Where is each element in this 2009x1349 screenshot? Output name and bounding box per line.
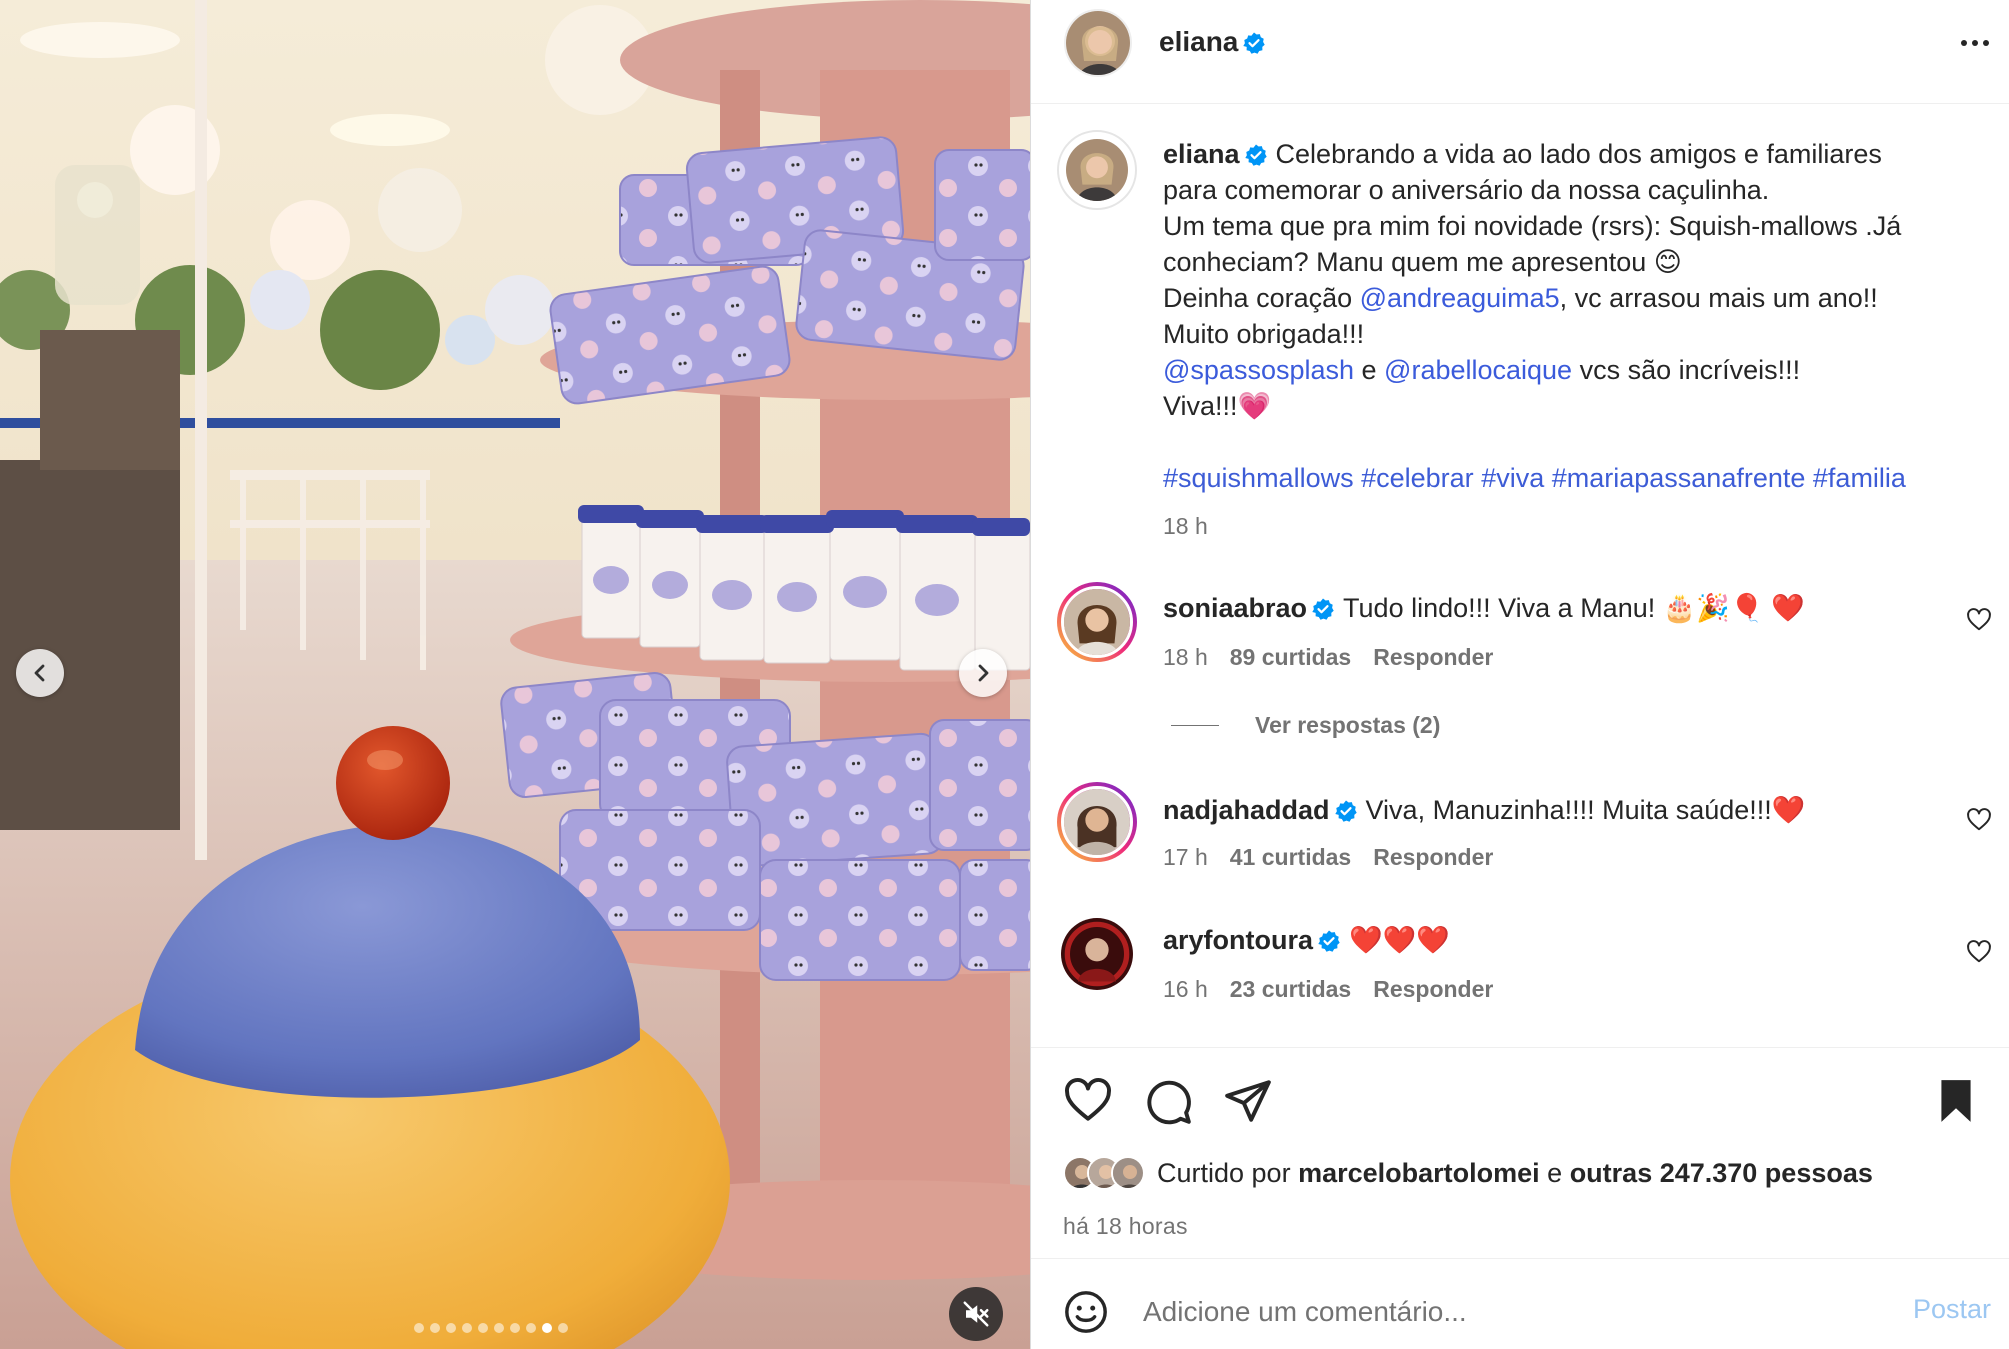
avatar[interactable]	[1057, 914, 1137, 994]
comment-username[interactable]: nadjahaddad	[1163, 795, 1330, 825]
slide-dot	[478, 1323, 488, 1333]
comment-input[interactable]	[1143, 1287, 1843, 1337]
avatar	[1111, 1156, 1145, 1190]
party-photo	[0, 0, 1030, 1349]
verified-badge-icon	[1244, 144, 1267, 166]
slide-dot	[542, 1323, 552, 1333]
avatar[interactable]	[1064, 9, 1132, 77]
verified-badge-icon	[1312, 598, 1334, 620]
share-icon[interactable]	[1223, 1076, 1273, 1126]
mute-toggle-button[interactable]	[949, 1287, 1003, 1341]
comment-body: Tudo lindo!!! Viva a Manu! 🎂🎉🎈 ❤️	[1343, 593, 1805, 623]
reply-button[interactable]: Responder	[1373, 844, 1493, 870]
comment-meta: 17 h 41 curtidas Responder	[1163, 844, 1515, 871]
post-comment-button[interactable]: Postar	[1913, 1294, 1991, 1325]
caption-line: para comemorar o aniversário da nossa ca…	[1163, 175, 1770, 205]
comment-username[interactable]: aryfontoura	[1163, 925, 1313, 955]
divider	[1171, 725, 1219, 726]
slide-indicator	[414, 1323, 568, 1333]
caption-line: Viva!!!💗	[1163, 391, 1272, 421]
likes-summary: Curtido por marcelobartolomei e outras 2…	[1063, 1156, 1873, 1190]
likes-count-link[interactable]: outras 247.370 pessoas	[1570, 1158, 1873, 1188]
avatar[interactable]	[1057, 582, 1137, 662]
emoji-icon[interactable]	[1063, 1289, 1109, 1335]
verified-badge-icon	[1334, 800, 1357, 822]
comment-text: nadjahaddad Viva, Manuzinha!!!! Muita saú…	[1163, 794, 1805, 826]
comment-likes[interactable]: 89 curtidas	[1230, 644, 1351, 670]
caption-timestamp[interactable]: 18 h	[1163, 508, 1983, 544]
comment-likes[interactable]: 23 curtidas	[1230, 976, 1351, 1002]
verified-badge-icon	[1318, 930, 1340, 952]
post-author-username[interactable]: eliana	[1159, 26, 1266, 58]
add-comment-bar: Postar	[1031, 1258, 2009, 1349]
bookmark-icon[interactable]	[1931, 1076, 1981, 1126]
verified-badge-icon	[1243, 32, 1266, 54]
slide-dot	[494, 1323, 504, 1333]
caption-line: vcs são incríveis!!!	[1572, 355, 1801, 385]
chevron-left-icon	[34, 664, 45, 682]
comment-time[interactable]: 16 h	[1163, 976, 1208, 1002]
caption-line: Um tema que pra mim foi novidade (rsrs):…	[1163, 211, 1902, 241]
caption-line: Deinha coração	[1163, 283, 1360, 313]
hashtag-link[interactable]: #viva	[1481, 463, 1544, 493]
liker-username[interactable]: marcelobartolomei	[1298, 1158, 1540, 1188]
avatar[interactable]	[1057, 130, 1137, 210]
comment-text: soniaabrao Tudo lindo!!! Viva a Manu! 🎂🎉🎈…	[1163, 592, 1805, 624]
hashtag-link[interactable]: #squishmallows	[1163, 463, 1354, 493]
previous-slide-button[interactable]	[16, 649, 64, 697]
caption-line: e	[1354, 355, 1385, 385]
comment-time[interactable]: 18 h	[1163, 644, 1208, 670]
view-replies-label: Ver respostas (2)	[1255, 712, 1441, 738]
caption-username[interactable]: eliana	[1163, 139, 1240, 169]
hashtag-link[interactable]: #celebrar	[1361, 463, 1474, 493]
comment-meta: 16 h 23 curtidas Responder	[1163, 976, 1515, 1003]
hashtag-link[interactable]: #mariapassanafrente	[1552, 463, 1806, 493]
reply-button[interactable]: Responder	[1373, 976, 1493, 1002]
comment-likes[interactable]: 41 curtidas	[1230, 844, 1351, 870]
mention-link[interactable]: @andreaguima5	[1360, 283, 1560, 313]
caption-line: conheciam? Manu quem me apresentou 😊	[1163, 247, 1682, 277]
post-header: eliana	[1031, 0, 2009, 104]
comment-username[interactable]: soniaabrao	[1163, 593, 1307, 623]
likes-prefix: Curtido por	[1157, 1157, 1299, 1188]
caption-line: Celebrando a vida ao lado dos amigos e f…	[1275, 139, 1882, 169]
slide-dot	[430, 1323, 440, 1333]
likes-mid: e	[1539, 1157, 1570, 1188]
more-options-icon[interactable]	[1955, 28, 1995, 58]
caption-line: Muito obrigada!!!	[1163, 319, 1365, 349]
username-text[interactable]: eliana	[1159, 26, 1238, 57]
heart-icon[interactable]	[1966, 607, 1992, 633]
muted-speaker-icon	[963, 1301, 989, 1327]
slide-dot	[462, 1323, 472, 1333]
post-details-panel: eliana eliana Celebrando a vida ao lado d…	[1030, 0, 2009, 1349]
hashtag-link[interactable]: #familia	[1813, 463, 1906, 493]
comment-icon[interactable]	[1143, 1076, 1193, 1126]
mention-link[interactable]: @spassosplash	[1163, 355, 1354, 385]
post-media[interactable]	[0, 0, 1030, 1349]
comment-text: aryfontoura ❤️❤️❤️	[1163, 924, 1450, 956]
comment-meta: 18 h 89 curtidas Responder	[1163, 644, 1515, 671]
slide-dot	[414, 1323, 424, 1333]
slide-dot	[526, 1323, 536, 1333]
heart-icon[interactable]	[1063, 1076, 1113, 1126]
heart-icon[interactable]	[1966, 939, 1992, 965]
caption-line: , vc arrasou mais um ano!!	[1559, 283, 1878, 313]
likes-text: Curtido por marcelobartolomei e outras 2…	[1157, 1158, 1873, 1189]
chevron-right-icon	[978, 664, 989, 682]
caption-text: eliana Celebrando a vida ao lado dos amig…	[1163, 136, 1983, 544]
comment-body: Viva, Manuzinha!!!! Muita saúde!!!❤️	[1365, 795, 1806, 825]
post-time-ago[interactable]: há 18 horas	[1063, 1213, 1188, 1240]
comment-time[interactable]: 17 h	[1163, 844, 1208, 870]
next-slide-button[interactable]	[959, 649, 1007, 697]
slide-dot	[446, 1323, 456, 1333]
comment-body: ❤️❤️❤️	[1349, 925, 1450, 955]
heart-icon[interactable]	[1966, 807, 1992, 833]
avatar[interactable]	[1057, 782, 1137, 862]
view-replies-button[interactable]: Ver respostas (2)	[1171, 712, 1440, 739]
reply-button[interactable]: Responder	[1373, 644, 1493, 670]
mention-link[interactable]: @rabellocaique	[1384, 355, 1572, 385]
slide-dot	[558, 1323, 568, 1333]
slide-dot	[510, 1323, 520, 1333]
post-actions: Curtido por marcelobartolomei e outras 2…	[1031, 1047, 2009, 1293]
